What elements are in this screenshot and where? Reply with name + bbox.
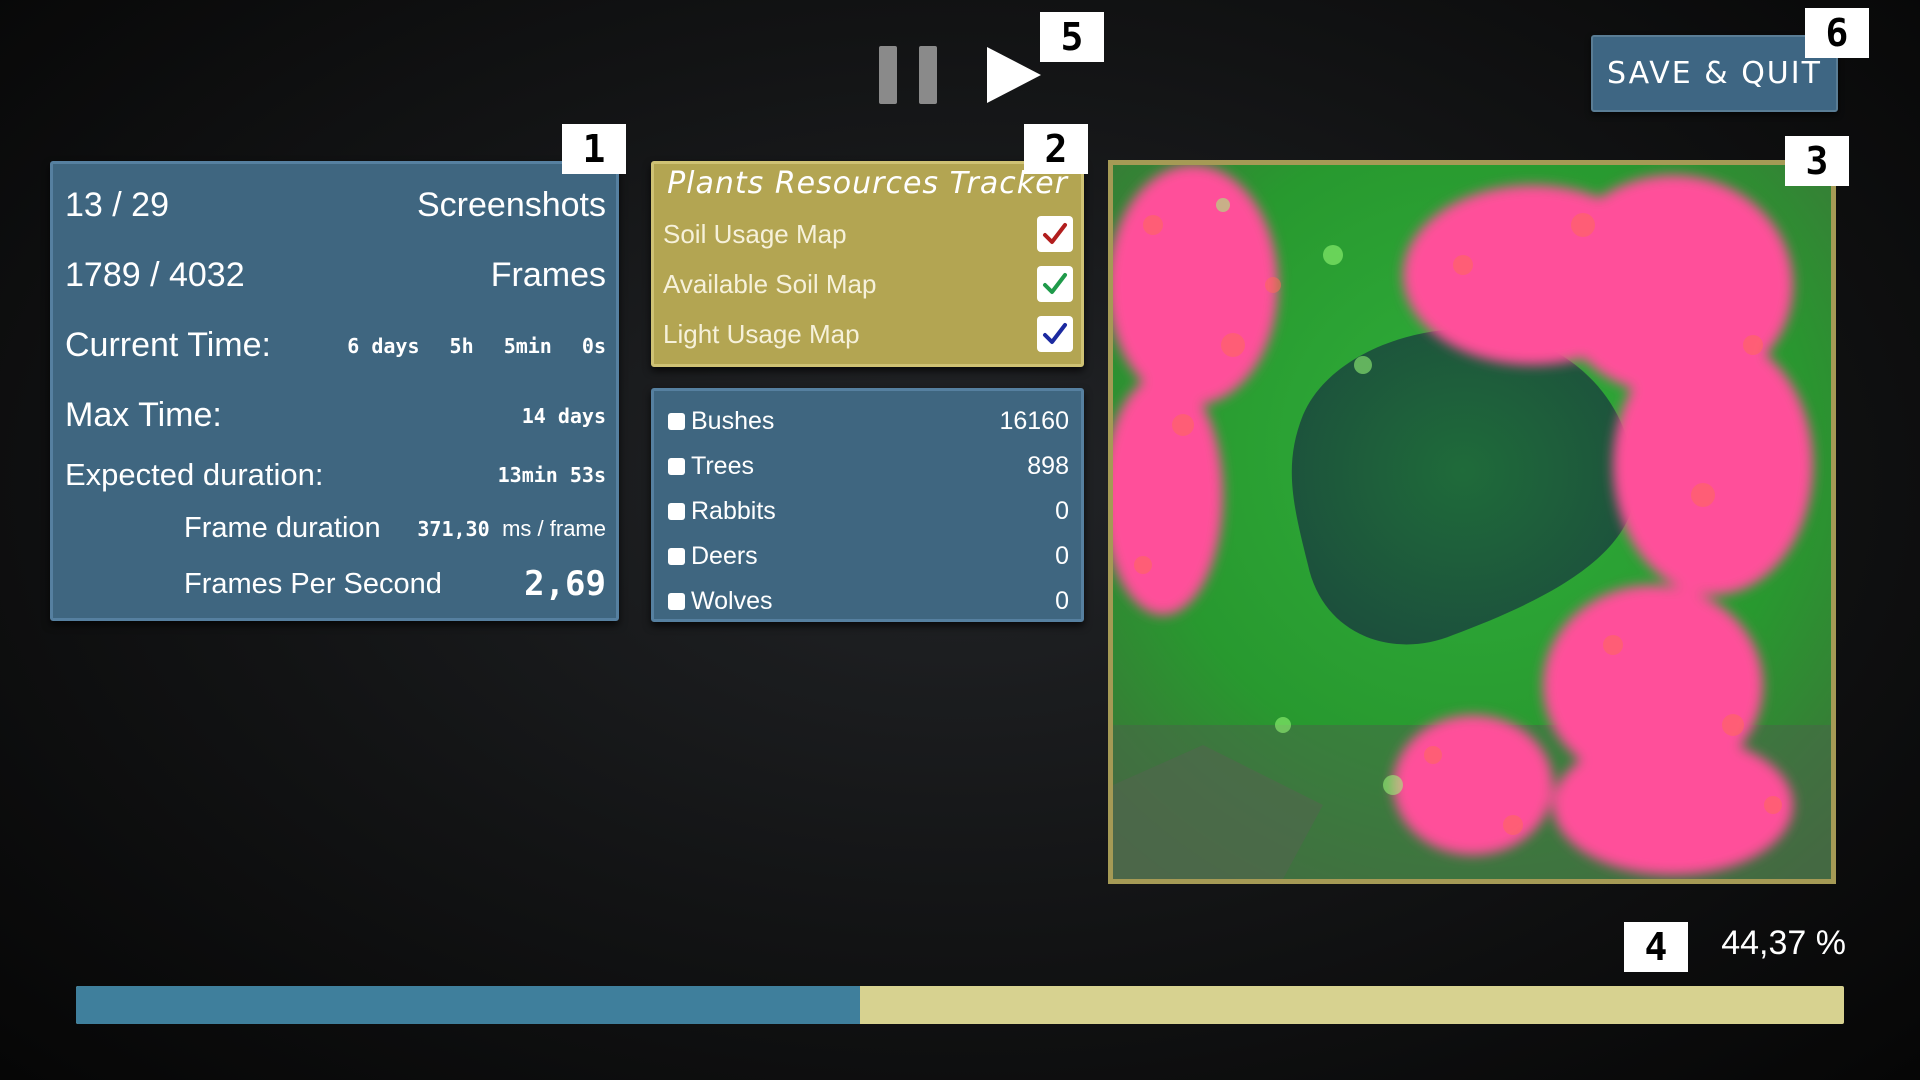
checkmark-icon: [1043, 323, 1067, 344]
fps-label: Frames Per Second: [184, 567, 442, 600]
pause-button[interactable]: [877, 46, 939, 104]
species-name: Wolves: [691, 586, 773, 615]
map-toggle-label: Light Usage Map: [663, 318, 860, 349]
save-quit-button[interactable]: SAVE & QUIT: [1591, 35, 1838, 112]
species-toggle[interactable]: Bushes: [668, 407, 774, 436]
expected-duration-row: Expected duration: 13min 53s: [65, 457, 606, 493]
expected-duration-label: Expected duration:: [65, 457, 324, 492]
screenshots-value: 13 / 29: [65, 186, 169, 224]
soil-usage-checkbox[interactable]: [1037, 216, 1073, 252]
simulation-progress-bar: [76, 986, 1844, 1024]
current-time-seconds: 0s: [581, 333, 606, 358]
frame-duration-label: Frame duration: [184, 512, 381, 544]
species-count: 898: [1027, 451, 1069, 480]
species-count-panel: Bushes 16160 Trees 898 Rabbits 0 Deers 0…: [651, 388, 1084, 622]
species-toggle[interactable]: Wolves: [668, 587, 773, 616]
species-name: Trees: [691, 451, 754, 480]
species-row-deers: Deers 0: [668, 536, 1069, 576]
species-name: Rabbits: [691, 496, 776, 525]
species-count: 0: [1055, 586, 1069, 615]
screenshots-label: Screenshots: [417, 186, 606, 224]
plants-resources-tracker-panel: Plants Resources Tracker Soil Usage Map …: [651, 161, 1084, 367]
max-time-label: Max Time:: [65, 396, 222, 434]
callout-tag-6: 6: [1805, 8, 1869, 58]
callout-tag-2: 2: [1024, 124, 1088, 174]
light-usage-checkbox[interactable]: [1037, 316, 1073, 352]
current-time-days: 6 days: [347, 333, 420, 358]
callout-tag-3: 3: [1785, 136, 1849, 186]
callout-tag-5: 5: [1040, 12, 1104, 62]
play-icon: [987, 47, 1041, 103]
frames-label: Frames: [490, 256, 606, 294]
map-toggle-available-soil[interactable]: Available Soil Map: [663, 264, 1073, 304]
frame-duration-row: Frame duration 371,30 ms / frame: [184, 512, 606, 545]
checkmark-icon: [1043, 223, 1067, 244]
species-toggle[interactable]: Deers: [668, 542, 758, 571]
frame-duration-value: 371,30: [417, 516, 490, 541]
fps-row: Frames Per Second 2,69: [184, 564, 606, 604]
expected-duration-value: 13min 53s: [497, 463, 606, 487]
species-toggle[interactable]: Rabbits: [668, 497, 776, 526]
current-time-row: Current Time: 6 days 5h 5min 0s: [65, 326, 606, 365]
species-name: Deers: [691, 541, 758, 570]
species-checkbox[interactable]: [668, 457, 685, 475]
max-time-row: Max Time: 14 days: [65, 396, 606, 435]
max-time-value: 14 days: [521, 403, 606, 428]
species-name: Bushes: [691, 406, 775, 435]
map-toggle-label: Soil Usage Map: [663, 218, 847, 249]
current-time-label: Current Time:: [65, 326, 271, 364]
map-toggle-label: Available Soil Map: [663, 268, 877, 299]
species-count: 0: [1055, 496, 1069, 525]
fps-value: 2,69: [524, 564, 606, 604]
species-count: 16160: [999, 406, 1069, 435]
current-time-minutes: 5min: [503, 333, 552, 358]
frame-duration-unit: ms / frame: [502, 515, 606, 541]
plants-tracker-title: Plants Resources Tracker: [667, 166, 1068, 201]
checkmark-icon: [1043, 273, 1067, 294]
species-row-rabbits: Rabbits 0: [668, 491, 1069, 531]
frames-row: 1789 / 4032 Frames: [65, 256, 606, 295]
species-count: 0: [1055, 541, 1069, 570]
available-soil-checkbox[interactable]: [1037, 266, 1073, 302]
simulation-stats-panel: 13 / 29 Screenshots 1789 / 4032 Frames C…: [50, 161, 619, 621]
species-row-wolves: Wolves 0: [668, 581, 1069, 621]
species-row-bushes: Bushes 16160: [668, 401, 1069, 441]
current-time-hours: 5h: [449, 333, 474, 358]
map-toggle-light-usage[interactable]: Light Usage Map: [663, 314, 1073, 354]
callout-tag-4: 4: [1624, 922, 1688, 972]
species-toggle[interactable]: Trees: [668, 452, 754, 481]
current-time-value: 6 days 5h 5min 0s: [329, 334, 606, 358]
progress-bar-fill: [76, 986, 860, 1024]
play-button[interactable]: [985, 45, 1045, 105]
map-toggle-soil-usage[interactable]: Soil Usage Map: [663, 214, 1073, 254]
species-row-trees: Trees 898: [668, 446, 1069, 486]
progress-percent: 44,37 %: [1721, 924, 1846, 962]
species-checkbox[interactable]: [668, 547, 685, 565]
species-checkbox[interactable]: [668, 502, 685, 520]
simulation-map-view[interactable]: [1108, 160, 1836, 884]
callout-tag-1: 1: [562, 124, 626, 174]
terrain-map-image: [1113, 165, 1831, 879]
species-checkbox[interactable]: [668, 412, 685, 430]
frames-value: 1789 / 4032: [65, 256, 245, 294]
species-checkbox[interactable]: [668, 592, 685, 610]
screenshots-row: 13 / 29 Screenshots: [65, 186, 606, 225]
